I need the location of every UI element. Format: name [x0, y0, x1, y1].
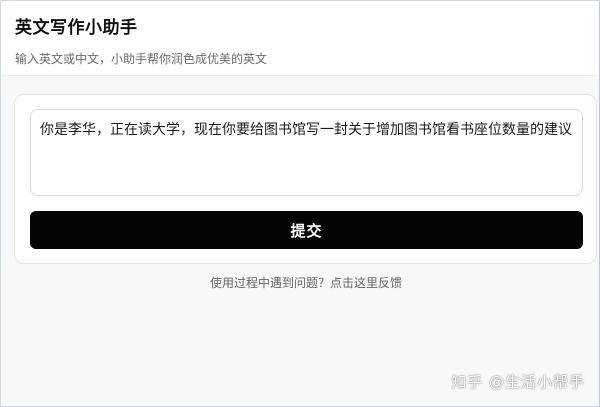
app-window: 英文写作小助手 输入英文或中文，小助手帮你润色成优美的英文 你是李华，正在读大学…: [0, 0, 600, 407]
input-card: 你是李华，正在读大学，现在你要给图书馆写一封关于增加图书馆看书座位数量的建议 提…: [14, 94, 597, 264]
page-title: 英文写作小助手: [15, 18, 138, 38]
page-subtitle: 输入英文或中文，小助手帮你润色成优美的英文: [15, 52, 268, 66]
watermark-text: 知乎 @生活小帮手: [451, 373, 585, 391]
feedback-link[interactable]: 使用过程中遇到问题？点击这里反馈: [1, 274, 600, 291]
prompt-textarea[interactable]: 你是李华，正在读大学，现在你要给图书馆写一封关于增加图书馆看书座位数量的建议: [30, 109, 583, 196]
submit-button[interactable]: 提交: [30, 211, 583, 249]
header: 英文写作小助手 输入英文或中文，小助手帮你润色成优美的英文: [1, 1, 599, 76]
